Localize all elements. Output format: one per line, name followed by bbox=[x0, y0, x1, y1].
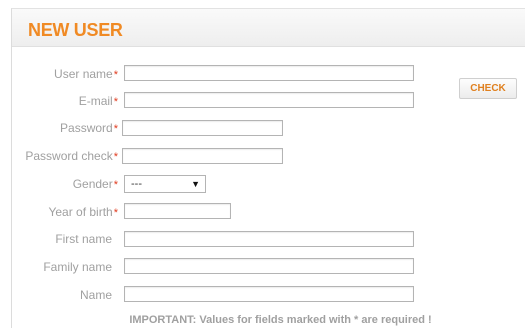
password-check-input[interactable] bbox=[122, 148, 283, 164]
username-label: User name bbox=[54, 67, 113, 81]
panel-header: NEW USER bbox=[12, 9, 525, 47]
gender-label-row: Gender* bbox=[0, 177, 118, 191]
first-name-input[interactable] bbox=[124, 231, 414, 247]
required-marker: * bbox=[113, 207, 118, 219]
required-marker: * bbox=[113, 151, 118, 163]
name-label-row: Name bbox=[0, 288, 118, 302]
gender-label: Gender bbox=[72, 177, 113, 191]
email-label: E-mail bbox=[78, 94, 113, 108]
year-of-birth-label-row: Year of birth* bbox=[0, 205, 118, 219]
gender-selected-value: --- bbox=[131, 178, 142, 190]
email-input[interactable] bbox=[124, 92, 414, 108]
year-of-birth-label: Year of birth bbox=[48, 205, 113, 219]
family-name-label-row: Family name bbox=[0, 260, 118, 274]
name-label: Name bbox=[79, 288, 112, 302]
password-label-row: Password* bbox=[0, 121, 118, 135]
gender-select[interactable]: --- ▼ bbox=[124, 175, 206, 193]
required-marker: * bbox=[113, 69, 118, 81]
dropdown-arrow-icon: ▼ bbox=[191, 179, 200, 189]
password-check-label: Password check bbox=[25, 149, 113, 163]
name-input[interactable] bbox=[124, 286, 414, 302]
check-button[interactable]: CHECK bbox=[459, 78, 517, 99]
new-user-panel: NEW USER bbox=[11, 8, 525, 328]
year-of-birth-input[interactable] bbox=[124, 203, 231, 219]
username-label-row: User name* bbox=[0, 67, 118, 81]
family-name-input[interactable] bbox=[124, 258, 414, 274]
required-marker: * bbox=[113, 179, 118, 191]
required-marker: * bbox=[113, 123, 118, 135]
username-input[interactable] bbox=[124, 65, 414, 81]
first-name-label: First name bbox=[55, 232, 112, 246]
password-check-label-row: Password check* bbox=[0, 149, 118, 163]
family-name-label: Family name bbox=[43, 260, 112, 274]
password-label: Password bbox=[60, 121, 113, 135]
required-marker: * bbox=[113, 96, 118, 108]
first-name-label-row: First name bbox=[0, 232, 118, 246]
panel-title: NEW USER bbox=[28, 20, 123, 40]
password-input[interactable] bbox=[122, 120, 283, 136]
email-label-row: E-mail* bbox=[0, 94, 118, 108]
required-fields-note: IMPORTANT: Values for fields marked with… bbox=[129, 314, 432, 326]
